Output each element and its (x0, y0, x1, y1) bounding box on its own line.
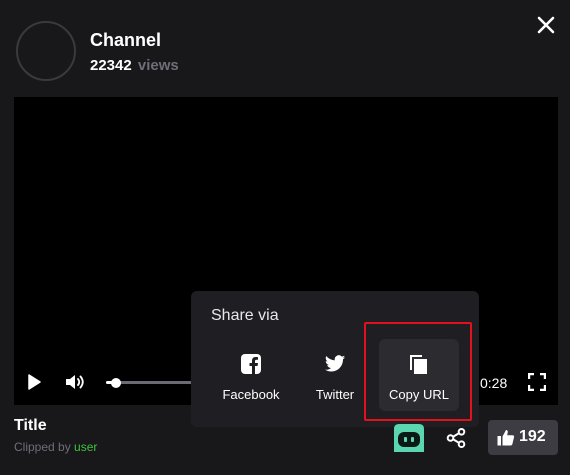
clipped-by-prefix: Clipped by (14, 440, 71, 454)
robot-icon (394, 424, 424, 452)
twitter-icon (324, 355, 346, 372)
seek-bar[interactable] (106, 378, 196, 388)
share-twitter-label: Twitter (315, 387, 355, 402)
views-count: 22342 (90, 57, 132, 74)
clipped-by-line: Clipped by user (14, 440, 97, 454)
fullscreen-button[interactable] (527, 372, 547, 392)
close-icon (537, 16, 555, 34)
share-twitter-button[interactable]: Twitter (305, 339, 365, 411)
close-button[interactable] (535, 14, 557, 36)
facebook-icon (241, 354, 261, 374)
views-line: 22342 views (90, 56, 179, 76)
seek-handle[interactable] (110, 378, 121, 388)
channel-name[interactable]: Channel (90, 29, 161, 51)
share-icon (446, 428, 466, 449)
channel-avatar[interactable] (16, 21, 76, 81)
fullscreen-icon (527, 372, 547, 392)
highlight-box (364, 322, 472, 421)
like-button[interactable]: 192 (488, 420, 558, 455)
volume-icon (66, 375, 84, 389)
thumbs-up-icon (497, 430, 515, 446)
share-popup-title: Share via (211, 307, 279, 324)
play-icon (28, 374, 41, 390)
like-count: 192 (519, 428, 546, 445)
clipped-by-user-link[interactable]: user (74, 440, 97, 454)
play-button[interactable] (26, 373, 42, 391)
share-facebook-button[interactable]: Facebook (213, 339, 289, 411)
share-facebook-label: Facebook (222, 387, 280, 402)
share-button[interactable] (446, 428, 466, 449)
views-label: views (137, 57, 179, 74)
volume-button[interactable] (64, 373, 86, 391)
bot-button[interactable] (391, 422, 427, 454)
clip-title: Title (14, 417, 47, 434)
time-display: 0:28 (480, 375, 508, 391)
